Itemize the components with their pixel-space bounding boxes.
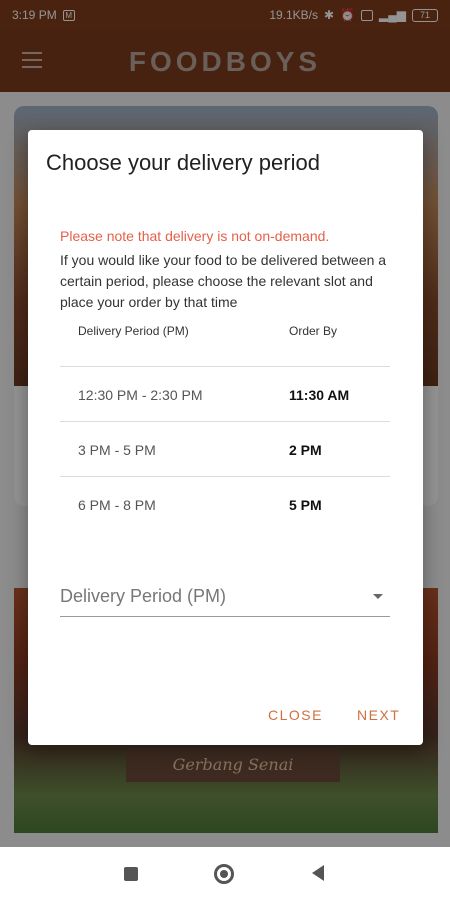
table-row: 12:30 PM - 2:30 PM 11:30 AM	[60, 366, 390, 422]
table-row: 6 PM - 8 PM 5 PM	[60, 476, 390, 532]
back-icon[interactable]	[312, 865, 324, 881]
system-nav-bar	[0, 847, 450, 900]
close-button[interactable]: CLOSE	[268, 707, 323, 723]
delivery-period-cell: 12:30 PM - 2:30 PM	[78, 387, 203, 403]
delivery-notice-highlight: Please note that delivery is not on-dema…	[60, 228, 330, 244]
column-header-order-by: Order By	[289, 324, 338, 338]
order-by-cell: 5 PM	[289, 497, 322, 513]
table-row: 3 PM - 5 PM 2 PM	[60, 421, 390, 477]
home-icon[interactable]	[214, 864, 234, 884]
delivery-period-cell: 6 PM - 8 PM	[78, 497, 156, 513]
delivery-period-select-label: Delivery Period (PM)	[60, 586, 227, 606]
order-by-cell: 2 PM	[289, 442, 322, 458]
dialog-title: Choose your delivery period	[46, 150, 320, 175]
delivery-period-select[interactable]: Delivery Period (PM)	[60, 582, 390, 617]
delivery-period-cell: 3 PM - 5 PM	[78, 442, 156, 458]
next-button[interactable]: NEXT	[357, 707, 400, 723]
order-by-cell: 11:30 AM	[289, 387, 350, 403]
dropdown-arrow-icon	[373, 594, 383, 599]
delivery-period-dialog: Choose your delivery period Please note …	[28, 130, 423, 745]
delivery-notice-body: If you would like your food to be delive…	[60, 252, 387, 310]
recents-icon[interactable]	[124, 867, 138, 881]
column-header-period: Delivery Period (PM)	[78, 324, 189, 338]
